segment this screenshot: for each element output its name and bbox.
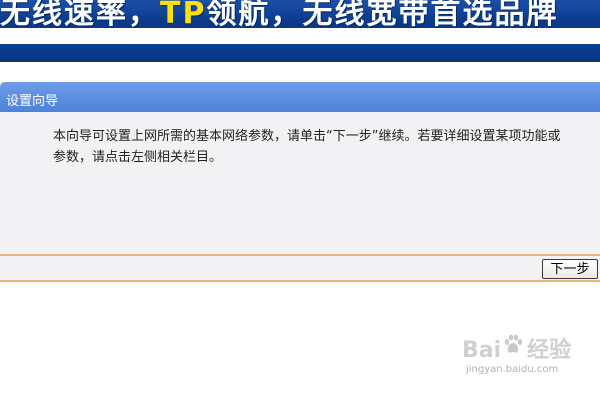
paw-icon [504, 334, 523, 353]
panel-bottom-line [0, 280, 600, 282]
banner-slogan-highlight: TP [160, 0, 207, 31]
panel-body: 本向导可设置上网所需的基本网络参数，请单击“下一步”继续。若要详细设置某项功能或… [0, 112, 600, 254]
banner-slogan-part2: 领航，无线宽带首选品牌 [206, 0, 559, 31]
banner-slogan-part1: 无线速率， [0, 0, 160, 31]
panel-title: 设置向导 [6, 94, 59, 109]
watermark-url: jingyan.baidu.com [466, 364, 559, 375]
watermark-brand-left: Bai [462, 338, 502, 363]
banner-white-band [0, 28, 600, 44]
panel-footer: 下一步 [0, 256, 600, 280]
setup-wizard-panel: 设置向导 本向导可设置上网所需的基本网络参数，请单击“下一步”继续。若要详细设置… [0, 82, 600, 282]
next-step-button[interactable]: 下一步 [542, 259, 598, 279]
baidu-jingyan-watermark: Bai 经验 jingyan.baidu.com [462, 332, 592, 388]
watermark-brand-right: 经验 [527, 338, 572, 363]
panel-titlebar: 设置向导 [0, 82, 600, 112]
wizard-description: 本向导可设置上网所需的基本网络参数，请单击“下一步”继续。若要详细设置某项功能或… [53, 129, 561, 165]
banner-bottom-bar [0, 44, 600, 62]
header-banner: 无线速率，TP领航，无线宽带首选品牌 [0, 0, 600, 62]
